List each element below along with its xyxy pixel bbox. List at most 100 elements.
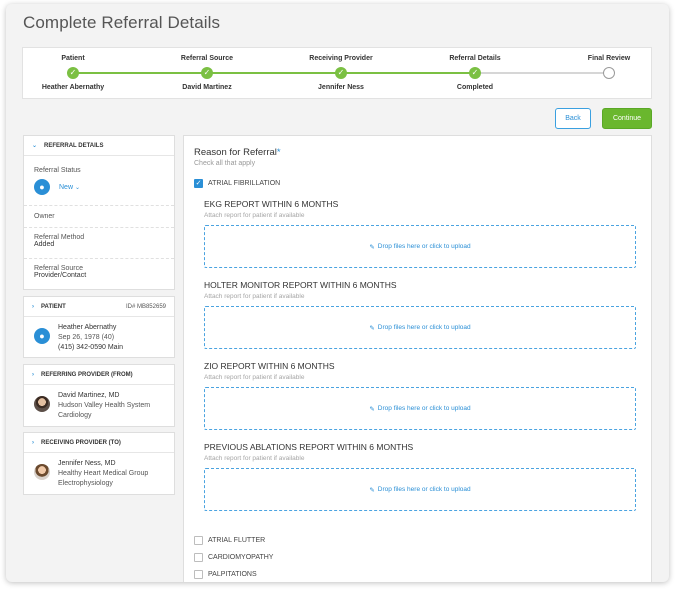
referring-provider-org: Hudson Valley Health System xyxy=(58,402,151,409)
receiving-provider-header[interactable]: › RECEIVING PROVIDER (TO) xyxy=(24,433,174,453)
check-icon: ✓ xyxy=(201,67,213,79)
report-title: ZIO REPORT WITHIN 6 MONTHS xyxy=(204,361,335,371)
referral-method-label: Referral Method xyxy=(34,234,85,241)
holter-upload-dropzone[interactable]: ✎ Drop files here or click to upload xyxy=(204,306,636,349)
step-patient[interactable]: Patient ✓ Heather Abernathy xyxy=(13,48,133,100)
report-hint: Attach report for patient if available xyxy=(204,293,305,300)
patient-panel: › PATIENT ID# MB852659 ● Heather Abernat… xyxy=(23,296,175,358)
required-mark: * xyxy=(276,147,281,158)
paperclip-icon: ✎ xyxy=(369,405,375,413)
chevron-right-icon: › xyxy=(32,303,34,310)
step-referral-source[interactable]: Referral Source ✓ David Martinez xyxy=(147,48,267,100)
referral-details-panel: ⌄ REFERRAL DETAILS Referral Status ● New… xyxy=(23,135,175,290)
check-icon: ✓ xyxy=(335,67,347,79)
report-hint: Attach report for patient if available xyxy=(204,212,305,219)
referral-method-value: Added xyxy=(34,241,55,248)
palpitations-label[interactable]: PALPITATIONS xyxy=(208,571,257,578)
atrial-flutter-label[interactable]: ATRIAL FLUTTER xyxy=(208,537,265,544)
referral-source-label: Referral Source xyxy=(34,265,84,272)
continue-button[interactable]: Continue xyxy=(602,108,652,129)
person-icon: ● xyxy=(34,328,50,344)
chevron-down-icon: ⌄ xyxy=(32,143,38,149)
reason-for-referral-section: Reason for Referral* Check all that appl… xyxy=(183,135,652,582)
step-value: David Martinez xyxy=(182,84,232,91)
reason-title-text: Reason for Referral xyxy=(194,147,277,158)
step-final-review[interactable]: Final Review xyxy=(549,48,669,100)
cardiomyopathy-checkbox[interactable] xyxy=(194,553,203,562)
reason-hint: Check all that apply xyxy=(194,160,256,167)
owner-field: Owner xyxy=(24,206,174,228)
cardiomyopathy-label[interactable]: CARDIOMYOPATHY xyxy=(208,554,273,561)
referring-provider-panel: › REFERRING PROVIDER (FROM) David Martin… xyxy=(23,364,175,427)
referring-provider-specialty: Cardiology xyxy=(58,412,92,419)
patient-header[interactable]: › PATIENT ID# MB852659 xyxy=(24,297,174,317)
ablations-upload-dropzone[interactable]: ✎ Drop files here or click to upload xyxy=(204,468,636,511)
page-title: Complete Referral Details xyxy=(23,13,221,32)
referring-provider-card: David Martinez, MD Hudson Valley Health … xyxy=(24,385,174,427)
report-hint: Attach report for patient if available xyxy=(204,455,305,462)
receiving-provider-card: Jennifer Ness, MD Healthy Heart Medical … xyxy=(24,453,174,495)
referral-source-field: Referral Source Provider/Contact xyxy=(24,259,174,289)
palpitations-checkbox[interactable] xyxy=(194,570,203,579)
referring-provider-title: REFERRING PROVIDER (FROM) xyxy=(41,371,133,378)
referral-status-field: Referral Status ● New ⌄ xyxy=(24,156,174,206)
owner-label: Owner xyxy=(34,213,55,220)
pending-step-icon xyxy=(603,67,615,79)
upload-text: Drop files here or click to upload xyxy=(377,324,471,331)
receiving-provider-name: Jennifer Ness, MD xyxy=(58,460,116,467)
atrial-flutter-checkbox[interactable] xyxy=(194,536,203,545)
referral-status-label: Referral Status xyxy=(34,167,81,174)
check-icon: ✓ xyxy=(67,67,79,79)
referral-details-title: REFERRAL DETAILS xyxy=(44,142,104,149)
step-value: Jennifer Ness xyxy=(318,84,364,91)
receiving-provider-org: Healthy Heart Medical Group xyxy=(58,470,149,477)
step-value: Heather Abernathy xyxy=(41,84,105,91)
patient-dob: Sep 26, 1978 (40) xyxy=(58,334,115,341)
paperclip-icon: ✎ xyxy=(369,243,375,251)
report-title: PREVIOUS ABLATIONS REPORT WITHIN 6 MONTH… xyxy=(204,442,414,452)
progress-stepper: Patient ✓ Heather Abernathy Referral Sou… xyxy=(22,47,652,99)
step-label: Receiving Provider xyxy=(309,55,373,62)
report-hint: Attach report for patient if available xyxy=(204,374,305,381)
upload-text: Drop files here or click to upload xyxy=(377,405,471,412)
patient-id: ID# MB852659 xyxy=(125,303,166,310)
report-title: HOLTER MONITOR REPORT WITHIN 6 MONTHS xyxy=(204,280,397,290)
referral-details-header[interactable]: ⌄ REFERRAL DETAILS xyxy=(24,136,174,156)
chevron-right-icon: › xyxy=(32,439,34,446)
atrial-fibrillation-label[interactable]: ATRIAL FIBRILLATION xyxy=(208,180,280,187)
upload-text: Drop files here or click to upload xyxy=(377,243,471,250)
zio-upload-dropzone[interactable]: ✎ Drop files here or click to upload xyxy=(204,387,636,430)
back-button[interactable]: Back xyxy=(555,108,591,129)
step-label: Final Review xyxy=(587,55,631,62)
upload-text: Drop files here or click to upload xyxy=(377,486,471,493)
paperclip-icon: ✎ xyxy=(369,486,375,494)
atrial-fibrillation-checkbox[interactable]: ✓ xyxy=(194,179,203,188)
patient-title: PATIENT xyxy=(41,303,66,310)
patient-phone: (415) 342-0590 Main xyxy=(58,344,123,351)
patient-name: Heather Abernathy xyxy=(58,324,117,331)
referral-status-value: New xyxy=(59,183,74,191)
referring-provider-name: David Martinez, MD xyxy=(58,392,120,399)
check-icon: ✓ xyxy=(469,67,481,79)
step-label: Patient xyxy=(61,55,85,62)
patient-card: ● Heather Abernathy Sep 26, 1978 (40) (4… xyxy=(24,317,174,359)
provider-avatar xyxy=(34,464,50,480)
ekg-upload-dropzone[interactable]: ✎ Drop files here or click to upload xyxy=(204,225,636,268)
step-label: Referral Details xyxy=(449,55,501,62)
chevron-down-icon: ⌄ xyxy=(75,184,81,191)
referral-status-select[interactable]: ● New ⌄ xyxy=(34,179,164,195)
receiving-provider-specialty: Electrophysiology xyxy=(58,480,113,487)
provider-avatar xyxy=(34,396,50,412)
referring-provider-header[interactable]: › REFERRING PROVIDER (FROM) xyxy=(24,365,174,385)
app-window: Complete Referral Details Patient ✓ Heat… xyxy=(6,4,669,582)
paperclip-icon: ✎ xyxy=(369,324,375,332)
receiving-provider-title: RECEIVING PROVIDER (TO) xyxy=(41,439,121,446)
person-icon: ● xyxy=(34,179,50,195)
reason-title: Reason for Referral* xyxy=(194,147,281,158)
step-label: Referral Source xyxy=(180,55,234,62)
step-referral-details[interactable]: Referral Details ✓ Completed xyxy=(415,48,535,100)
referral-method-field: Referral Method Added xyxy=(24,228,174,259)
step-receiving-provider[interactable]: Receiving Provider ✓ Jennifer Ness xyxy=(281,48,401,100)
report-title: EKG REPORT WITHIN 6 MONTHS xyxy=(204,199,339,209)
step-value: Completed xyxy=(456,84,494,91)
